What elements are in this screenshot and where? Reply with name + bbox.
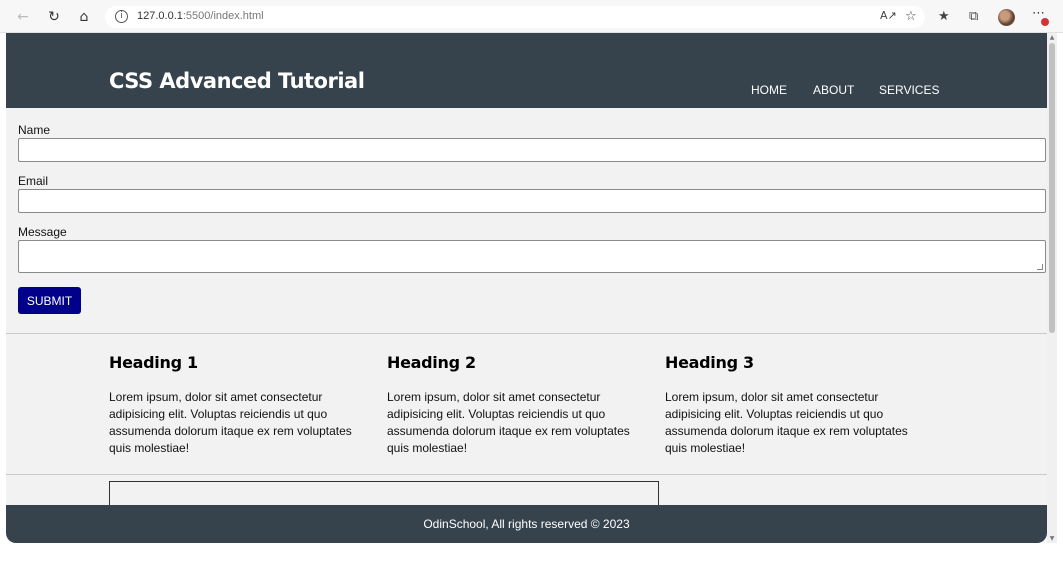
favorite-add-icon[interactable]: ☆ <box>905 9 917 24</box>
submit-button[interactable]: SUBMIT <box>18 287 81 314</box>
column-text: Lorem ipsum, dolor sit amet consectetur … <box>387 390 630 455</box>
message-field[interactable] <box>18 240 1046 273</box>
name-field[interactable] <box>18 138 1046 162</box>
site-header: CSS Advanced Tutorial HOME ABOUT SERVICE… <box>6 33 1047 108</box>
feature-column-1: Heading 1 Lorem ipsum, dolor sit amet co… <box>109 353 371 457</box>
profile-avatar-icon[interactable] <box>998 9 1015 26</box>
url-text: 127.0.0.1:5500/index.html <box>137 10 264 22</box>
scroll-up-icon[interactable]: ▲ <box>1048 34 1056 41</box>
nav-about[interactable]: ABOUT <box>813 83 854 97</box>
site-title: CSS Advanced Tutorial <box>109 69 365 93</box>
feature-column-3: Heading 3 Lorem ipsum, dolor sit amet co… <box>665 353 927 457</box>
read-aloud-icon[interactable]: A↗ <box>880 9 897 22</box>
scroll-thumb[interactable] <box>1049 43 1055 333</box>
email-field[interactable] <box>18 189 1046 213</box>
back-icon[interactable]: ← <box>14 8 32 26</box>
refresh-icon[interactable]: ↻ <box>45 8 63 26</box>
page-viewport: CSS Advanced Tutorial HOME ABOUT SERVICE… <box>6 33 1047 543</box>
notification-badge <box>1041 18 1049 26</box>
vertical-scrollbar[interactable]: ▲ ▼ <box>1047 33 1057 543</box>
scroll-down-icon[interactable]: ▼ <box>1048 535 1056 542</box>
resize-handle-icon[interactable] <box>1037 264 1043 270</box>
message-label: Message <box>18 225 67 239</box>
collections-icon[interactable]: ⧉ <box>969 9 978 24</box>
feature-column-2: Heading 2 Lorem ipsum, dolor sit amet co… <box>387 353 649 457</box>
browser-toolbar: ← ↻ ⌂ i 127.0.0.1:5500/index.html A↗ ☆ ★… <box>0 0 1063 33</box>
divider <box>6 333 1047 334</box>
favorites-icon[interactable]: ★ <box>938 9 950 24</box>
nav-services[interactable]: SERVICES <box>879 83 939 97</box>
column-heading: Heading 2 <box>387 353 476 372</box>
column-heading: Heading 3 <box>665 353 754 372</box>
address-bar[interactable]: i 127.0.0.1:5500/index.html <box>105 6 925 28</box>
nav-home[interactable]: HOME <box>751 83 787 97</box>
column-text: Lorem ipsum, dolor sit amet consectetur … <box>665 390 908 455</box>
site-footer: OdinSchool, All rights reserved © 2023 <box>6 505 1047 543</box>
name-label: Name <box>18 123 51 137</box>
email-label: Email <box>18 174 49 188</box>
column-heading: Heading 1 <box>109 353 198 372</box>
footer-text: OdinSchool, All rights reserved © 2023 <box>423 517 630 531</box>
divider <box>6 474 1047 475</box>
home-icon[interactable]: ⌂ <box>75 8 93 26</box>
column-text: Lorem ipsum, dolor sit amet consectetur … <box>109 390 352 455</box>
site-info-icon[interactable]: i <box>115 10 128 23</box>
